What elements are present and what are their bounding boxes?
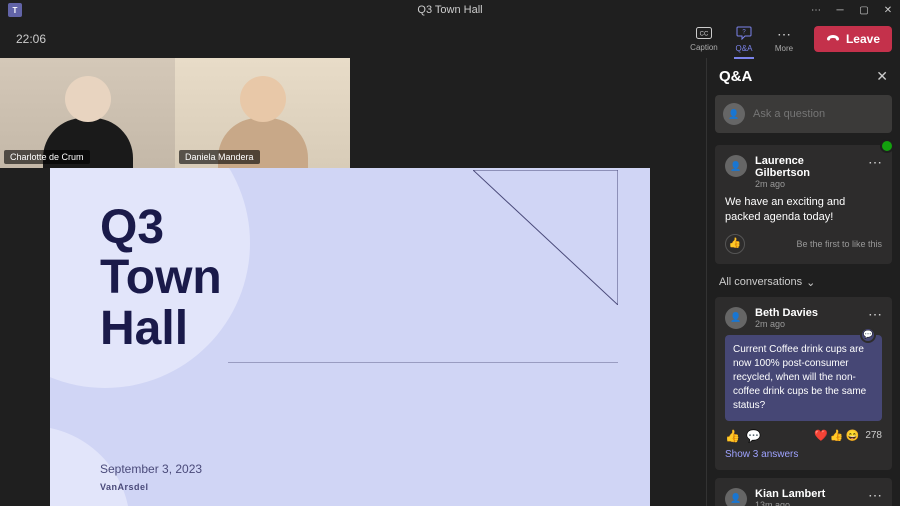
heart-reaction-icon[interactable]: ❤️: [814, 429, 828, 442]
like-button[interactable]: 👍: [725, 234, 745, 254]
caption-button[interactable]: CC Caption: [686, 21, 722, 57]
slide-brand: VanArsdel: [100, 482, 149, 492]
post-time: 2m ago: [755, 319, 860, 329]
meeting-stage: Charlotte de Crum Daniela Mandera Q3 Tow…: [0, 58, 706, 506]
slide-decoration-triangle: [473, 170, 618, 305]
chevron-down-icon: ⌄: [806, 276, 815, 289]
qa-panel: Q&A ✕ 👤 👤 Laurence Gilbertson 2m ago ⋯ W…: [706, 58, 900, 506]
author-name: Kian Lambert: [755, 488, 860, 500]
caption-icon: CC: [696, 26, 712, 42]
window-title: Q3 Town Hall: [417, 4, 482, 16]
titlebar: T Q3 Town Hall ⋯ ─ ▢ ✕: [0, 0, 900, 20]
video-tile[interactable]: Charlotte de Crum: [0, 58, 175, 168]
shared-slide: Q3 Town Hall September 3, 2023 VanArsdel: [50, 168, 650, 506]
post-time: 2m ago: [755, 179, 860, 189]
reply-icon[interactable]: 💬: [746, 429, 761, 443]
like-prompt: Be the first to like this: [796, 239, 882, 249]
author-avatar: 👤: [725, 307, 747, 329]
slide-date: September 3, 2023: [100, 462, 202, 476]
show-answers-link[interactable]: Show 3 answers: [725, 449, 882, 460]
author-avatar: 👤: [725, 155, 747, 177]
conversation-filter[interactable]: All conversations ⌄: [715, 272, 892, 297]
svg-text:?: ?: [742, 29, 746, 35]
post-text: We have an exciting and packed agenda to…: [725, 195, 882, 226]
more-button[interactable]: ⋯ More: [766, 21, 802, 57]
presence-badge: [880, 139, 894, 153]
meeting-duration: 22:06: [8, 32, 46, 46]
post-more-icon[interactable]: ⋯: [868, 488, 882, 502]
more-icon: ⋯: [777, 26, 791, 43]
author-name: Laurence Gilbertson: [755, 155, 860, 179]
thumbs-up-reaction-icon[interactable]: 👍: [830, 429, 844, 442]
leave-button[interactable]: Leave: [814, 26, 892, 52]
slide-title: Q3 Town Hall: [100, 203, 222, 354]
window-more-icon[interactable]: ⋯: [804, 0, 828, 20]
qa-post: 👤 Kian Lambert 13m ago ⋯ 💬: [715, 478, 892, 506]
laugh-reaction-icon[interactable]: 😄: [846, 429, 860, 442]
thumbs-up-reaction[interactable]: 👍: [725, 429, 740, 443]
svg-text:CC: CC: [700, 32, 709, 38]
window-maximize-icon[interactable]: ▢: [852, 0, 876, 20]
qa-post: 👤 Laurence Gilbertson 2m ago ⋯ We have a…: [715, 145, 892, 264]
close-panel-icon[interactable]: ✕: [876, 68, 888, 85]
teams-app-icon: T: [8, 3, 22, 17]
qa-icon: ?: [736, 26, 752, 43]
post-more-icon[interactable]: ⋯: [868, 307, 882, 321]
window-minimize-icon[interactable]: ─: [828, 0, 852, 20]
post-time: 13m ago: [755, 500, 860, 506]
window-close-icon[interactable]: ✕: [876, 0, 900, 20]
qa-button[interactable]: ? Q&A: [726, 21, 762, 57]
video-tile[interactable]: Daniela Mandera: [175, 58, 350, 168]
question-bubble: 💬 Current Coffee drink cups are now 100%…: [725, 335, 882, 421]
question-badge-icon: 💬: [860, 327, 876, 343]
meeting-toolbar: 22:06 CC Caption ? Q&A ⋯ More Leave: [0, 20, 900, 58]
author-name: Beth Davies: [755, 307, 860, 319]
panel-title: Q&A: [719, 68, 752, 85]
self-avatar: 👤: [723, 103, 745, 125]
phone-hangup-icon: [826, 32, 840, 46]
qa-post: 👤 Beth Davies 2m ago ⋯ 💬 Current Coffee …: [715, 297, 892, 470]
author-avatar: 👤: [725, 488, 747, 506]
participant-name-label: Charlotte de Crum: [4, 150, 90, 164]
reaction-count: 278: [865, 430, 882, 441]
post-more-icon[interactable]: ⋯: [868, 155, 882, 169]
ask-question-box[interactable]: 👤: [715, 95, 892, 133]
ask-question-input[interactable]: [753, 108, 895, 120]
participant-name-label: Daniela Mandera: [179, 150, 260, 164]
